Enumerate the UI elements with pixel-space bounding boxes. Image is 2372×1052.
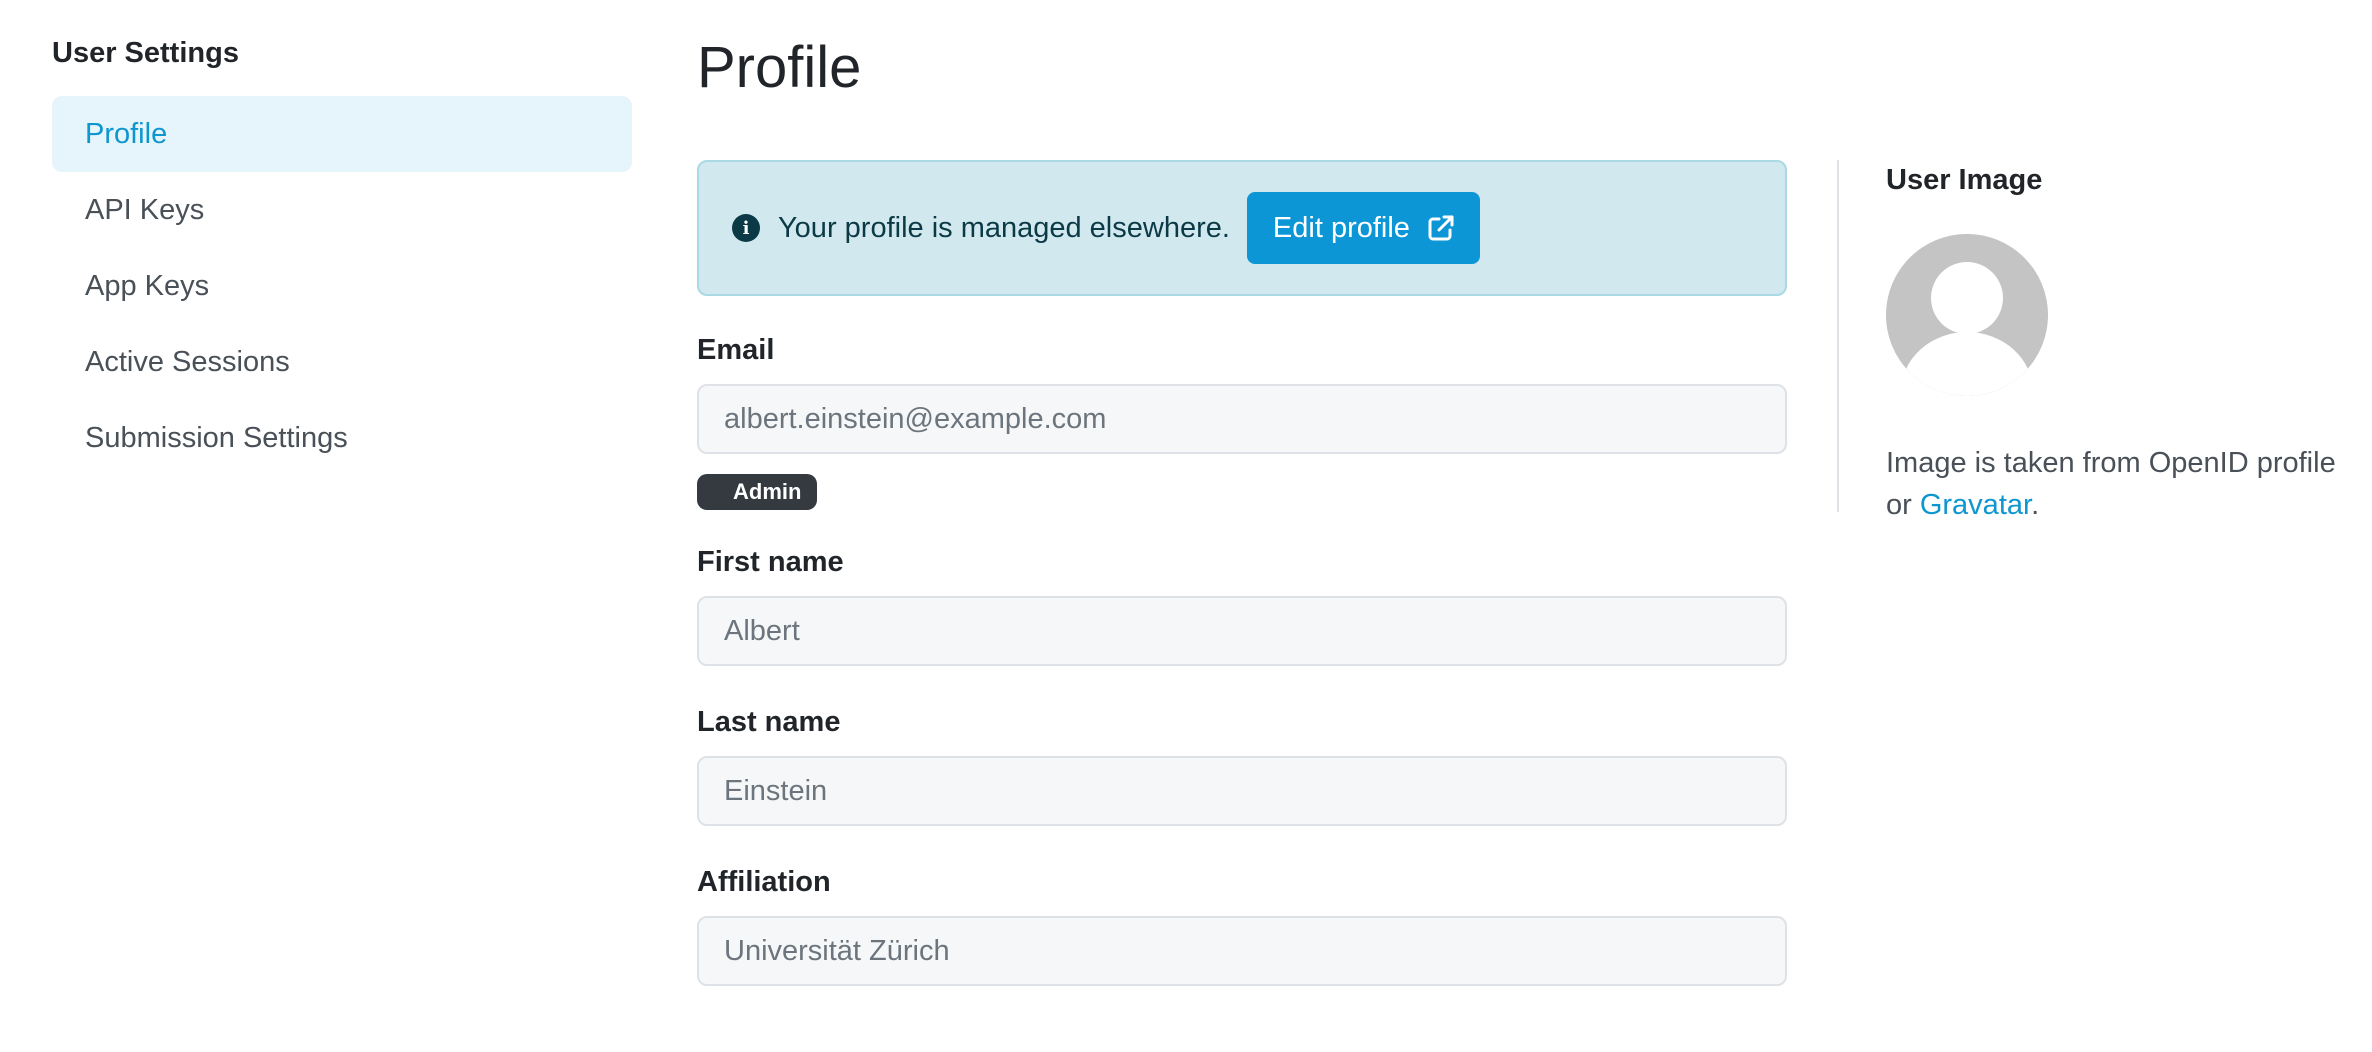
first-name-field[interactable] bbox=[697, 596, 1787, 666]
affiliation-label: Affiliation bbox=[697, 866, 831, 898]
info-circle-icon: i bbox=[732, 214, 760, 242]
last-name-label: Last name bbox=[697, 706, 841, 738]
sidebar-item-active-sessions[interactable]: Active Sessions bbox=[52, 324, 632, 400]
alert-text: Your profile is managed elsewhere. bbox=[778, 211, 1230, 244]
page-title: Profile bbox=[697, 35, 862, 100]
sidebar-item-app-keys[interactable]: App Keys bbox=[52, 248, 632, 324]
email-field[interactable] bbox=[697, 384, 1787, 454]
sidebar-item-profile[interactable]: Profile bbox=[52, 96, 632, 172]
affiliation-field[interactable] bbox=[697, 916, 1787, 986]
user-image-note-suffix: . bbox=[2031, 489, 2040, 521]
settings-page: User Settings Profile API Keys App Keys … bbox=[0, 0, 2372, 1052]
user-image-note: Image is taken from OpenID profile or Gr… bbox=[1886, 442, 2346, 526]
first-name-label: First name bbox=[697, 546, 844, 578]
edit-profile-button[interactable]: Edit profile bbox=[1246, 192, 1480, 264]
sidebar: User Settings Profile API Keys App Keys … bbox=[52, 30, 632, 476]
gravatar-link[interactable]: Gravatar bbox=[1920, 489, 2031, 521]
avatar bbox=[1886, 234, 2048, 396]
vertical-divider bbox=[1837, 160, 1839, 512]
last-name-field[interactable] bbox=[697, 756, 1787, 826]
sidebar-item-api-keys[interactable]: API Keys bbox=[52, 172, 632, 248]
admin-badge: Admin bbox=[697, 474, 817, 510]
external-link-icon bbox=[1426, 213, 1456, 243]
email-label: Email bbox=[697, 334, 775, 366]
sidebar-list: Profile API Keys App Keys Active Session… bbox=[52, 96, 632, 476]
user-image-panel: User Image Image is taken from OpenID pr… bbox=[1886, 160, 2346, 526]
sidebar-item-submission-settings[interactable]: Submission Settings bbox=[52, 400, 632, 476]
user-image-title: User Image bbox=[1886, 164, 2043, 196]
edit-profile-label: Edit profile bbox=[1272, 211, 1410, 244]
default-user-icon bbox=[1886, 234, 2048, 396]
managed-profile-alert: i Your profile is managed elsewhere. Edi… bbox=[697, 160, 1787, 296]
sidebar-title: User Settings bbox=[52, 37, 239, 69]
